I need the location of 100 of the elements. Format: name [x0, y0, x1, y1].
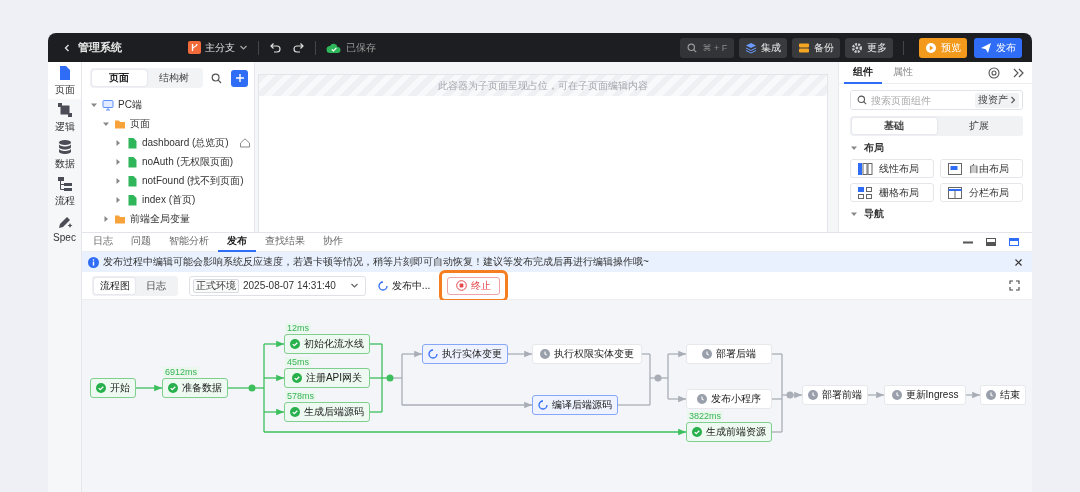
fullscreen-icon[interactable]	[1009, 280, 1020, 291]
pencil-icon	[56, 214, 73, 230]
flow-node[interactable]: 注册API网关	[284, 368, 370, 388]
environment-select[interactable]: 正式环境 2025-08-07 14:31:40	[189, 275, 366, 296]
flow-node[interactable]: 部署前端	[802, 385, 868, 405]
flow-node[interactable]: 初始化流水线	[284, 334, 370, 354]
double-chevron-icon[interactable]	[1012, 66, 1024, 79]
clock-icon	[891, 390, 902, 400]
duration-label: 45ms	[285, 357, 311, 367]
view-tab[interactable]: 页面	[92, 70, 147, 86]
tree-item[interactable]: noAuth (无权限页面)	[114, 152, 248, 171]
rail-tab[interactable]: 流程	[48, 173, 81, 210]
tree-item[interactable]: 页面	[102, 114, 248, 133]
view-tab[interactable]: 结构树	[146, 70, 201, 86]
view-tab[interactable]: 流程图	[94, 277, 135, 294]
panel-tab[interactable]: 问题	[122, 232, 160, 252]
flow-node[interactable]: 编译后端源码	[532, 395, 618, 415]
junction-dot	[248, 384, 256, 392]
caret-right-icon[interactable]	[114, 176, 122, 185]
chevron-left-icon[interactable]	[62, 42, 72, 53]
view-tab[interactable]: 日志	[135, 277, 176, 294]
spinner-icon	[428, 349, 438, 359]
redo-icon[interactable]	[292, 41, 305, 54]
tree-item[interactable]: notFound (找不到页面)	[114, 171, 248, 190]
publish-button[interactable]: 发布	[974, 37, 1022, 58]
file-icon	[126, 155, 138, 168]
section-title: 导航	[864, 207, 884, 221]
undo-icon[interactable]	[269, 41, 282, 54]
cloud-check-icon	[326, 41, 341, 54]
caret-right-icon[interactable]	[114, 157, 122, 166]
panel-split-icon	[946, 185, 963, 200]
caret-right-icon[interactable]	[114, 138, 122, 147]
caret-right-icon[interactable]	[114, 195, 122, 204]
plus-icon	[234, 73, 245, 83]
stop-icon	[456, 280, 468, 291]
panel-tab[interactable]: 协作	[314, 232, 352, 252]
app-title: 管理系统	[78, 40, 122, 55]
tree-item[interactable]: index (首页)	[114, 190, 248, 209]
more-button[interactable]: 更多	[845, 37, 893, 58]
flow-node[interactable]: 准备数据	[162, 378, 228, 398]
panel-tab[interactable]: 属性	[884, 62, 922, 84]
component-item[interactable]: 栅格布局	[850, 183, 934, 202]
backup-button[interactable]: 备份	[792, 37, 840, 58]
placeholder-banner: 此容器为子页面呈现占位，可在子页面编辑内容	[259, 75, 827, 96]
branch-icon	[188, 41, 201, 54]
stop-button[interactable]: 终止	[447, 276, 501, 295]
search-icon	[686, 42, 697, 53]
component-item[interactable]: 自由布局	[939, 159, 1023, 178]
search-field[interactable]: ⌘ + F	[680, 37, 734, 58]
close-icon[interactable]	[1014, 257, 1023, 267]
check-icon	[290, 407, 300, 417]
columns-icon	[857, 161, 873, 176]
flow-node[interactable]: 生成前端资源	[686, 422, 772, 442]
category-tab[interactable]: 基础	[852, 118, 937, 134]
clock-icon	[986, 390, 996, 400]
flow-node[interactable]: 生成后端源码	[284, 402, 370, 422]
environment-tag: 正式环境	[193, 278, 239, 293]
flow-node[interactable]: 开始	[90, 378, 136, 398]
panel-tab[interactable]: 组件	[844, 62, 882, 84]
tree-item[interactable]: dashboard (总览页)	[114, 133, 248, 152]
flow-node[interactable]: 部署后端	[686, 344, 772, 364]
asset-search-button[interactable]: 搜资产	[975, 92, 1019, 108]
component-item[interactable]: 线性布局	[850, 159, 934, 178]
search-icon[interactable]	[211, 72, 222, 84]
gear-icon	[851, 41, 863, 54]
file-icon	[126, 136, 138, 149]
half-panel-icon[interactable]	[985, 237, 997, 247]
connector-arrow	[667, 395, 687, 403]
connector-arrow	[263, 374, 285, 382]
flow-node[interactable]: 更新Ingress	[884, 385, 966, 405]
panel-tab[interactable]: 查找结果	[256, 232, 314, 252]
rail-tab[interactable]: 页面	[48, 62, 81, 99]
panel-tab[interactable]: 智能分析	[160, 232, 218, 252]
rail-tab[interactable]: Spec	[48, 210, 81, 247]
search-field[interactable]: 搜索页面组件 搜资产	[850, 90, 1023, 110]
component-item[interactable]: 分栏布局	[939, 183, 1023, 202]
category-tab[interactable]: 扩展	[936, 118, 1021, 134]
caret-right-icon[interactable]	[102, 214, 110, 223]
chevron-right-icon	[1010, 96, 1016, 104]
check-icon	[692, 427, 702, 437]
caret-down-icon	[239, 43, 248, 52]
send-icon	[980, 41, 992, 54]
target-icon[interactable]	[988, 66, 1000, 79]
flow-node[interactable]: 发布小程序	[686, 389, 772, 409]
flow-node[interactable]: 执行权限实体变更	[532, 344, 642, 364]
tree-item[interactable]: 前端全局变量	[102, 209, 248, 228]
integrate-button[interactable]: 集成	[739, 37, 787, 58]
caret-down-icon[interactable]	[850, 210, 858, 218]
panel-tab[interactable]: 日志	[84, 232, 122, 252]
branch-selector[interactable]: 主分支	[188, 40, 248, 55]
caret-down-icon[interactable]	[850, 144, 858, 152]
rail-tab[interactable]: 数据	[48, 136, 81, 173]
flow-node[interactable]: 执行实体变更	[422, 344, 508, 364]
connector-arrow	[507, 350, 533, 358]
flow-node[interactable]: 结束	[980, 385, 1026, 405]
check-icon	[290, 339, 300, 349]
add-button[interactable]	[231, 69, 248, 87]
maximize-icon[interactable]	[1008, 237, 1020, 247]
tree-item[interactable]: PC端	[90, 95, 248, 114]
rail-tab[interactable]: 逻辑	[48, 99, 81, 136]
